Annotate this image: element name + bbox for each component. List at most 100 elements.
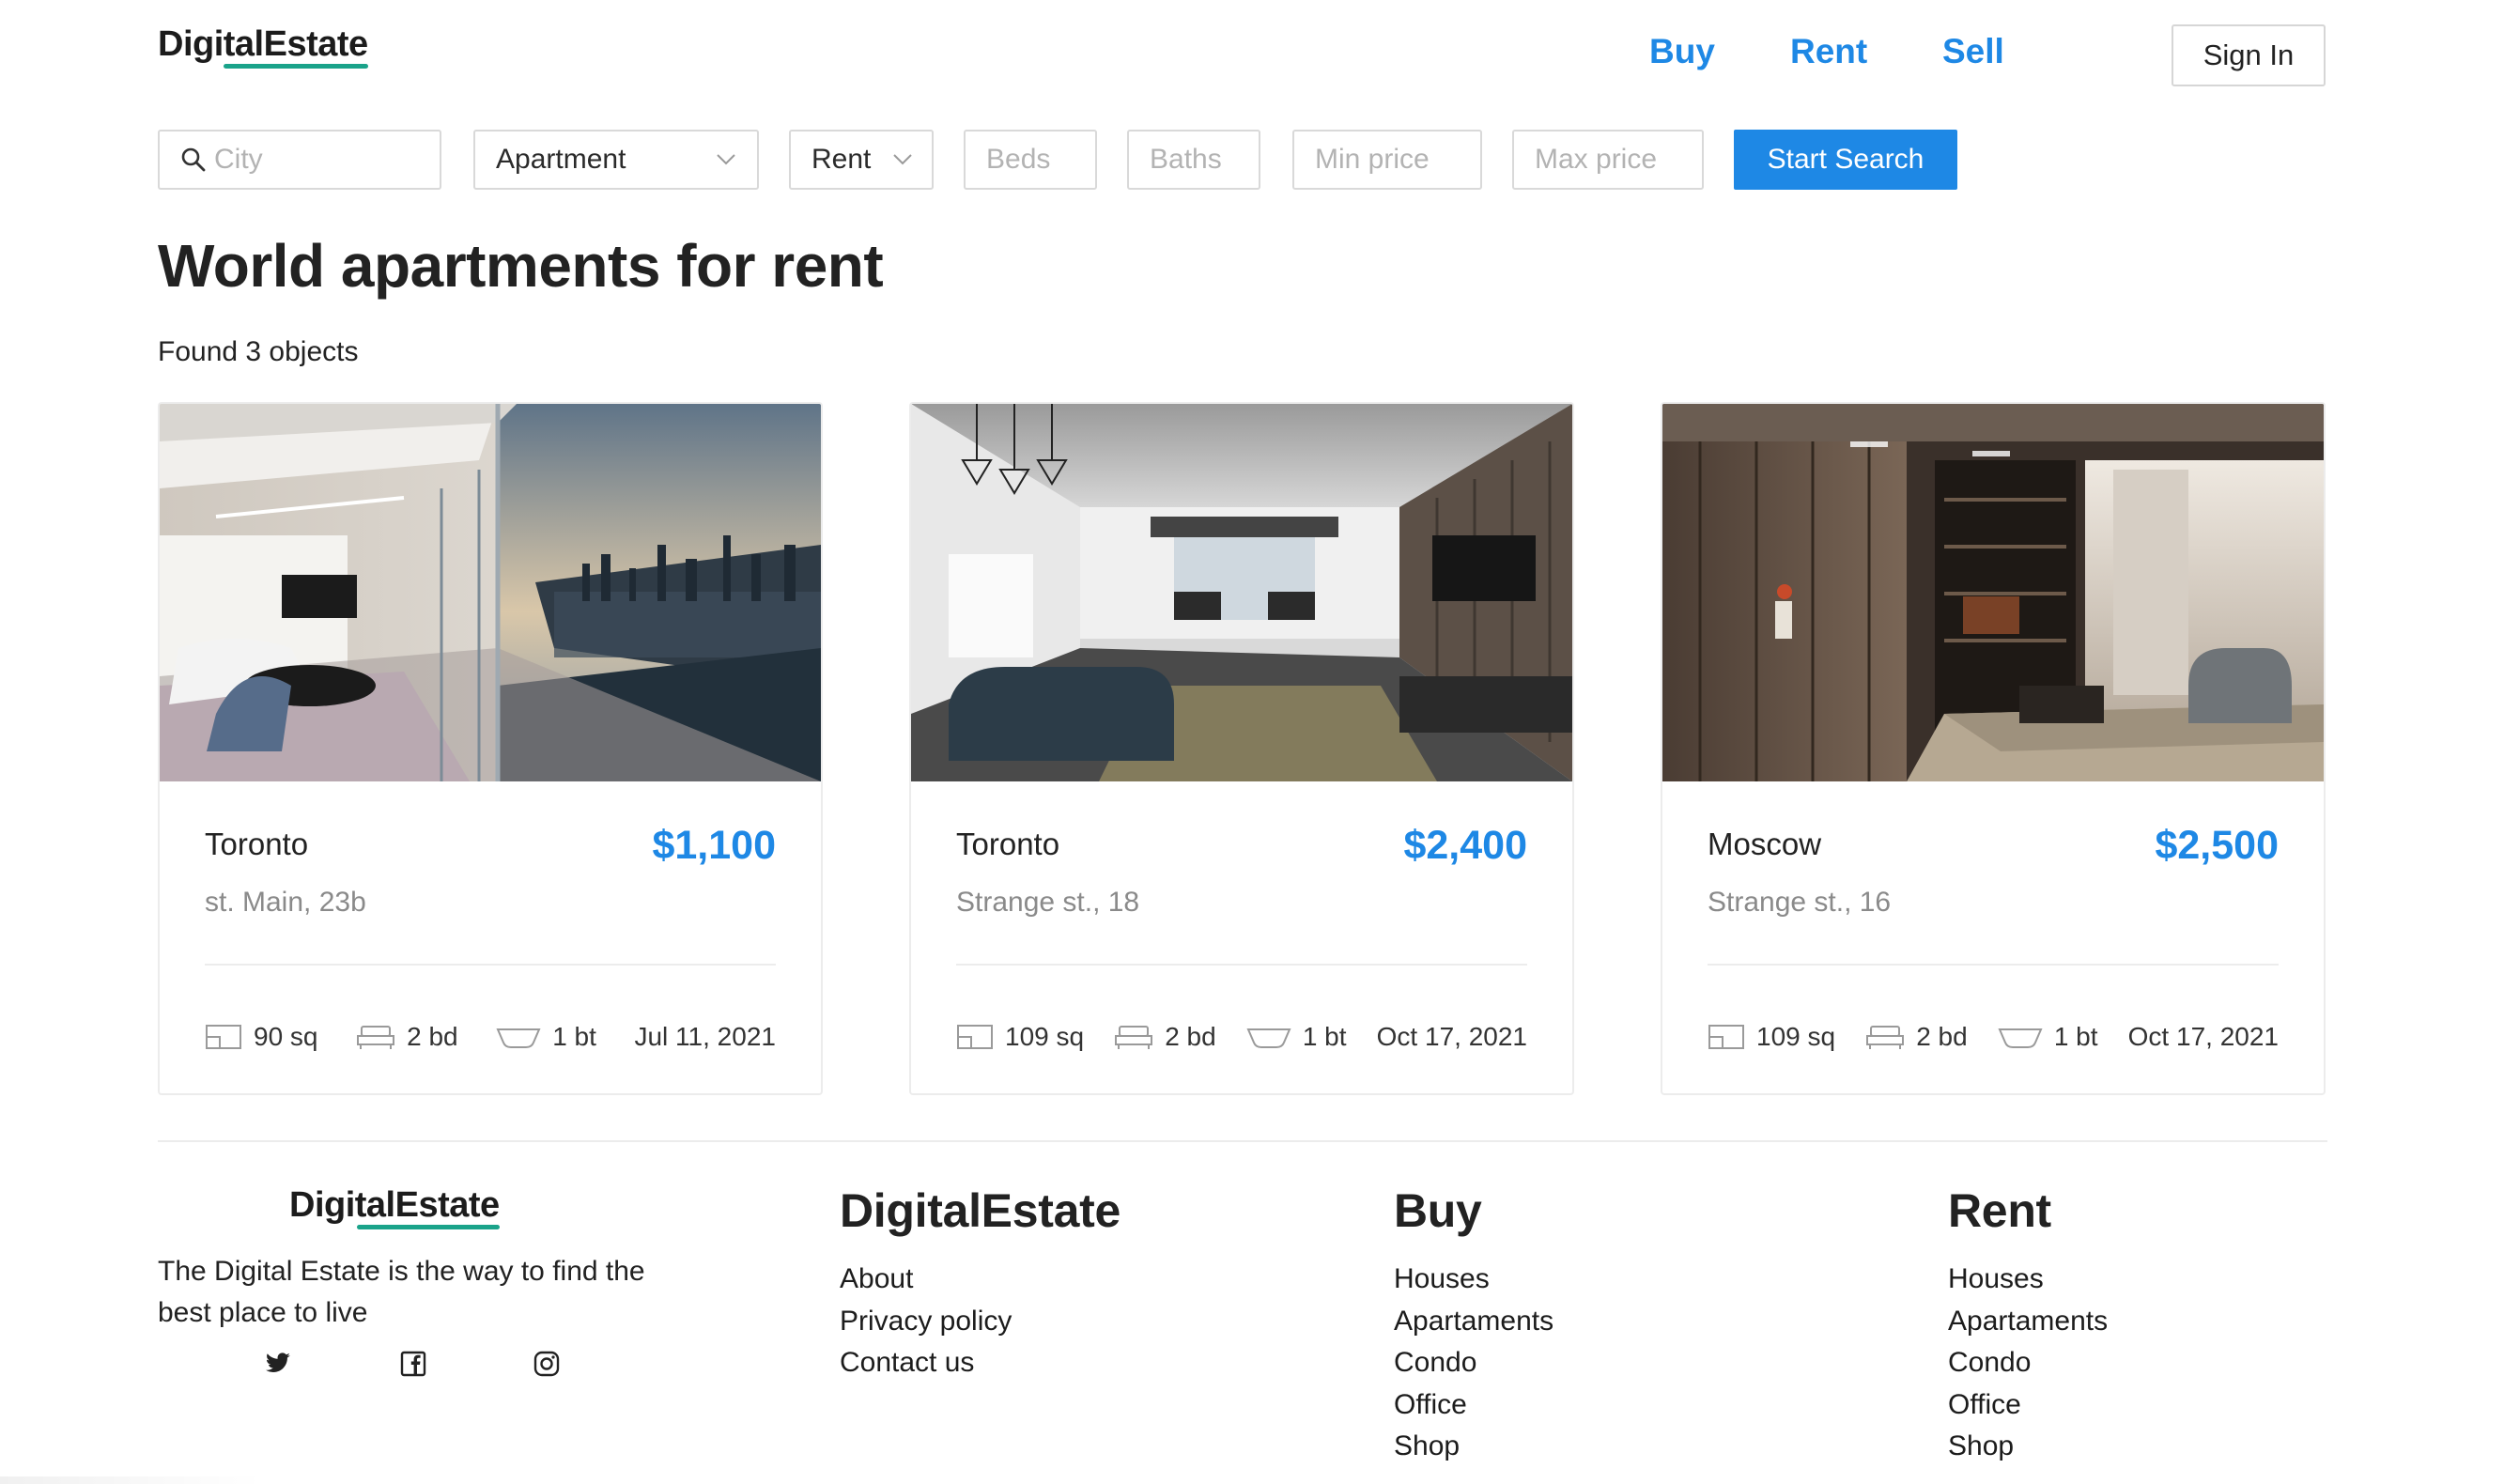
search-icon (180, 146, 207, 174)
card-divider (205, 964, 776, 966)
start-search-button[interactable]: Start Search (1734, 130, 1957, 190)
area-stat: 90 sq (205, 1022, 318, 1052)
footer-column-company: DigitalEstate About Privacy policy Conta… (840, 1183, 1121, 1384)
footer-link-rent-office[interactable]: Office (1948, 1384, 2108, 1427)
footer-logo-text: DigitalEstate (289, 1185, 500, 1225)
logo-underline (357, 1225, 500, 1229)
footer-divider (158, 1140, 2327, 1142)
beds-value: 2 bd (1165, 1022, 1216, 1051)
listing-date: Oct 17, 2021 (1376, 1022, 1527, 1051)
footer-link-rent-condo[interactable]: Condo (1948, 1342, 2108, 1384)
city-field[interactable] (158, 130, 441, 190)
nav-sell[interactable]: Sell (1942, 32, 2004, 71)
beds-stat: 2 bd (356, 1022, 458, 1052)
beds-value: 2 bd (1916, 1022, 1968, 1051)
bed-icon (1115, 1026, 1153, 1049)
logo-underline (224, 64, 368, 69)
beds-input[interactable] (986, 144, 1095, 176)
area-stat: 109 sq (956, 1022, 1084, 1052)
facebook-icon[interactable] (398, 1349, 428, 1379)
logo[interactable]: DigitalEstate (158, 24, 368, 69)
instagram-icon[interactable] (532, 1349, 562, 1379)
footer-link-buy-condo[interactable]: Condo (1394, 1342, 1553, 1384)
listing-price: $1,100 (652, 823, 776, 868)
listing-price: $2,400 (1403, 823, 1527, 868)
footer-link-rent-apartments[interactable]: Apartaments (1948, 1301, 2108, 1343)
beds-stat: 2 bd (1865, 1022, 1968, 1052)
area-icon (206, 1025, 241, 1049)
bed-icon (357, 1026, 395, 1049)
baths-stat: 1 bt (1998, 1022, 2098, 1052)
listing-photo[interactable] (160, 404, 821, 781)
baths-stat: 1 bt (1246, 1022, 1347, 1052)
area-stat: 109 sq (1708, 1022, 1835, 1052)
footer-column-rent: Rent Houses Apartaments Condo Office Sho… (1948, 1183, 2108, 1468)
beds-field[interactable] (964, 130, 1097, 190)
footer-link-privacy[interactable]: Privacy policy (840, 1301, 1121, 1343)
listing-photo[interactable] (911, 404, 1572, 781)
bathtub-icon (1246, 1028, 1291, 1048)
footer-tagline: The Digital Estate is the way to find th… (158, 1256, 645, 1328)
listing-stats: 90 sq 2 bd 1 bt Jul 11, 2021 (205, 1018, 776, 1056)
footer-link-buy-office[interactable]: Office (1394, 1384, 1553, 1427)
bathtub-icon (1998, 1028, 2043, 1048)
listing-card[interactable]: Toronto $2,400 Strange st., 18 109 sq 2 … (909, 402, 1574, 1095)
nav-rent[interactable]: Rent (1790, 32, 1867, 71)
listing-card[interactable]: Toronto $1,100 st. Main, 23b 90 sq 2 bd … (158, 402, 823, 1095)
footer-link-rent-shop[interactable]: Shop (1948, 1426, 2108, 1468)
listing-price: $2,500 (2155, 823, 2279, 868)
chevron-down-icon (892, 149, 913, 170)
footer-link-contact[interactable]: Contact us (840, 1342, 1121, 1384)
max-price-input[interactable] (1535, 144, 1702, 176)
baths-stat: 1 bt (496, 1022, 596, 1052)
card-divider (1708, 964, 2279, 966)
listing-card[interactable]: Moscow $2,500 Strange st., 16 109 sq 2 b… (1661, 402, 2326, 1095)
listing-city: Toronto (205, 827, 309, 861)
listing-address: st. Main, 23b (205, 887, 366, 918)
listing-mode-select[interactable]: Rent (789, 130, 934, 190)
max-price-field[interactable] (1512, 130, 1704, 190)
results-count: Found 3 objects (158, 336, 359, 367)
listing-address: Strange st., 16 (1708, 887, 1892, 918)
footer-link-buy-apartments[interactable]: Apartaments (1394, 1301, 1553, 1343)
twitter-icon[interactable] (263, 1349, 293, 1379)
chevron-down-icon (716, 149, 736, 170)
baths-input[interactable] (1150, 144, 1259, 176)
listing-city: Toronto (956, 827, 1060, 861)
footer-column-title: Rent (1948, 1184, 2051, 1237)
beds-stat: 2 bd (1114, 1022, 1216, 1052)
listing-city: Moscow (1708, 827, 1822, 861)
listing-address: Strange st., 18 (956, 887, 1140, 918)
property-type-value: Apartment (496, 144, 626, 175)
listing-date: Jul 11, 2021 (634, 1022, 776, 1051)
area-icon (957, 1025, 993, 1049)
listing-stats: 109 sq 2 bd 1 bt Oct 17, 2021 (956, 1018, 1527, 1056)
listing-date: Oct 17, 2021 (2127, 1022, 2279, 1051)
footer-column-title: Buy (1394, 1184, 1482, 1237)
card-divider (956, 964, 1527, 966)
sign-in-button[interactable]: Sign In (2172, 24, 2326, 86)
min-price-field[interactable] (1292, 130, 1482, 190)
city-input[interactable] (214, 144, 440, 176)
footer-link-about[interactable]: About (840, 1259, 1121, 1301)
footer-column-buy: Buy Houses Apartaments Condo Office Shop (1394, 1183, 1553, 1468)
logo-text: DigitalEstate (158, 24, 368, 64)
listing-photo[interactable] (1662, 404, 2324, 781)
area-icon (1708, 1025, 1744, 1049)
footer-link-rent-houses[interactable]: Houses (1948, 1259, 2108, 1301)
property-type-select[interactable]: Apartment (473, 130, 759, 190)
page-title: World apartments for rent (158, 232, 884, 300)
nav-buy[interactable]: Buy (1649, 32, 1715, 71)
baths-field[interactable] (1127, 130, 1260, 190)
min-price-input[interactable] (1315, 144, 1480, 176)
area-value: 90 sq (254, 1022, 318, 1051)
baths-value: 1 bt (2053, 1022, 2098, 1051)
area-value: 109 sq (1005, 1022, 1085, 1051)
bathtub-icon (496, 1028, 541, 1048)
footer-link-buy-houses[interactable]: Houses (1394, 1259, 1553, 1301)
footer-logo[interactable]: DigitalEstate (289, 1185, 500, 1229)
footer-link-buy-shop[interactable]: Shop (1394, 1426, 1553, 1468)
listing-mode-value: Rent (811, 144, 872, 175)
listing-stats: 109 sq 2 bd 1 bt Oct 17, 2021 (1708, 1018, 2279, 1056)
baths-value: 1 bt (1302, 1022, 1347, 1051)
